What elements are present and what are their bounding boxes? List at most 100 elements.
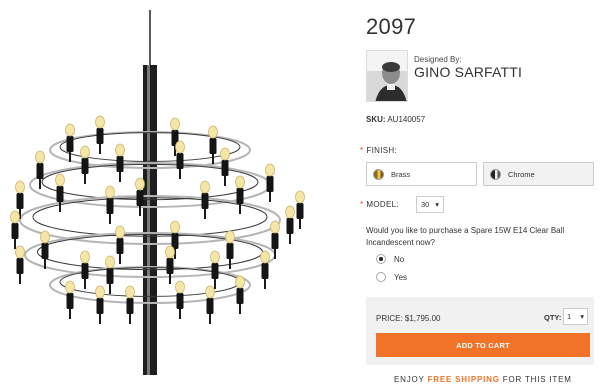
- qty-label: QTY:: [544, 313, 562, 322]
- bulb-icon: [10, 210, 20, 224]
- bulb-icon: [35, 150, 45, 164]
- bulb-icon: [210, 250, 220, 264]
- bulb-socket: [286, 218, 294, 234]
- add-to-cart-button[interactable]: ADD TO CART: [376, 333, 590, 357]
- shipping-suffix: FOR THIS ITEM: [499, 375, 572, 384]
- bulb-socket: [296, 203, 304, 219]
- bulb-icon: [55, 173, 65, 187]
- bulb-icon: [285, 205, 295, 219]
- bulb-socket: [81, 263, 89, 279]
- bulb-icon: [165, 245, 175, 259]
- finish-option-brass[interactable]: Brass: [366, 162, 477, 186]
- bulb-socket: [56, 186, 64, 202]
- bulb-icon: [105, 255, 115, 269]
- chandelier-illustration: [10, 10, 305, 375]
- bulb-socket: [209, 138, 217, 154]
- bulb-icon: [220, 147, 230, 161]
- model-label: * MODEL:: [360, 200, 399, 209]
- bulb-icon: [15, 245, 25, 259]
- product-detail-panel: 2097 Designed By: GINO SARFATTI SKU: AU1…: [360, 0, 594, 385]
- bulb-icon: [200, 180, 210, 194]
- designer-label: Designed By:: [414, 55, 462, 64]
- bulb-socket: [66, 136, 74, 152]
- bulb-icon: [135, 177, 145, 191]
- radio-label: No: [394, 254, 405, 264]
- bulb-socket: [266, 176, 274, 192]
- bulb-socket: [106, 198, 114, 214]
- bulb-socket: [271, 233, 279, 249]
- bulb-icon: [95, 115, 105, 129]
- radio-button[interactable]: [376, 254, 386, 264]
- bulb-icon: [260, 250, 270, 264]
- model-select[interactable]: 30 ▾: [416, 196, 444, 213]
- chevron-down-icon: ▾: [580, 312, 584, 321]
- bulb-icon: [208, 125, 218, 139]
- radio-label: Yes: [394, 272, 408, 282]
- brass-swatch-icon: [373, 168, 384, 180]
- bulb-icon: [125, 285, 135, 299]
- bulb-icon: [235, 175, 245, 189]
- bulb-socket: [226, 243, 234, 259]
- bulb-socket: [11, 223, 19, 239]
- bulb-icon: [170, 117, 180, 131]
- bulb-socket: [66, 293, 74, 309]
- finish-option-label: Chrome: [508, 169, 535, 179]
- bulb-socket: [236, 188, 244, 204]
- qty-selected-value: 1: [567, 312, 572, 321]
- spare-bulb-option-yes[interactable]: Yes: [376, 272, 407, 282]
- finish-option-chrome[interactable]: Chrome: [483, 162, 594, 186]
- bulb-icon: [270, 220, 280, 234]
- designer-name: GINO SARFATTI: [414, 64, 523, 80]
- finish-label-text: FINISH:: [366, 146, 397, 155]
- bulb-socket: [96, 128, 104, 144]
- bulb-icon: [225, 230, 235, 244]
- bulb-socket: [96, 298, 104, 314]
- bulb-socket: [116, 156, 124, 172]
- bulb-icon: [115, 225, 125, 239]
- bulb-icon: [205, 285, 215, 299]
- free-shipping-link[interactable]: FREE SHIPPING: [428, 375, 500, 384]
- model-label-text: MODEL:: [366, 200, 399, 209]
- bulb-socket: [41, 243, 49, 259]
- bulb-socket: [16, 193, 24, 209]
- price: PRICE: $1,795.00: [376, 314, 441, 323]
- radio-button[interactable]: [376, 272, 386, 282]
- product-image: [0, 0, 350, 385]
- bulb-socket: [206, 298, 214, 314]
- sku-label: SKU:: [366, 115, 386, 124]
- bulb-icon: [105, 185, 115, 199]
- bulb-icon: [175, 280, 185, 294]
- bulb-icon: [265, 163, 275, 177]
- sku-value: AU140057: [387, 115, 426, 124]
- bulb-socket: [126, 298, 134, 314]
- bulb-icon: [40, 230, 50, 244]
- bulb-socket: [16, 258, 24, 274]
- bulb-socket: [261, 263, 269, 279]
- bulb-icon: [170, 220, 180, 234]
- sku: SKU: AU140057: [366, 115, 425, 124]
- bulb-icon: [235, 275, 245, 289]
- bulb-socket: [166, 258, 174, 274]
- bulb-socket: [176, 293, 184, 309]
- bulb-socket: [201, 193, 209, 209]
- bulb-socket: [106, 268, 114, 284]
- bulb-icon: [80, 250, 90, 264]
- bulb-icon: [95, 285, 105, 299]
- finish-options: Brass Chrome: [366, 162, 594, 186]
- shipping-prefix: ENJOY: [394, 375, 428, 384]
- bulb-icon: [175, 140, 185, 154]
- bulb-socket: [176, 153, 184, 169]
- spare-bulb-option-no[interactable]: No: [376, 254, 404, 264]
- bulb-icon: [115, 143, 125, 157]
- designer-block: Designed By: GINO SARFATTI: [366, 50, 594, 102]
- bulb-icon: [80, 145, 90, 159]
- bulb-socket: [211, 263, 219, 279]
- required-asterisk: *: [360, 200, 364, 209]
- qty-select[interactable]: 1 ▾: [563, 308, 588, 325]
- bulb-icon: [295, 190, 305, 204]
- model-selected-value: 30: [421, 200, 430, 209]
- cart-box: PRICE: $1,795.00 QTY: 1 ▾ ADD TO CART: [366, 297, 594, 365]
- bulb-icon: [65, 280, 75, 294]
- shipping-note: ENJOY FREE SHIPPING FOR THIS ITEM: [394, 375, 572, 384]
- bulb-socket: [221, 160, 229, 176]
